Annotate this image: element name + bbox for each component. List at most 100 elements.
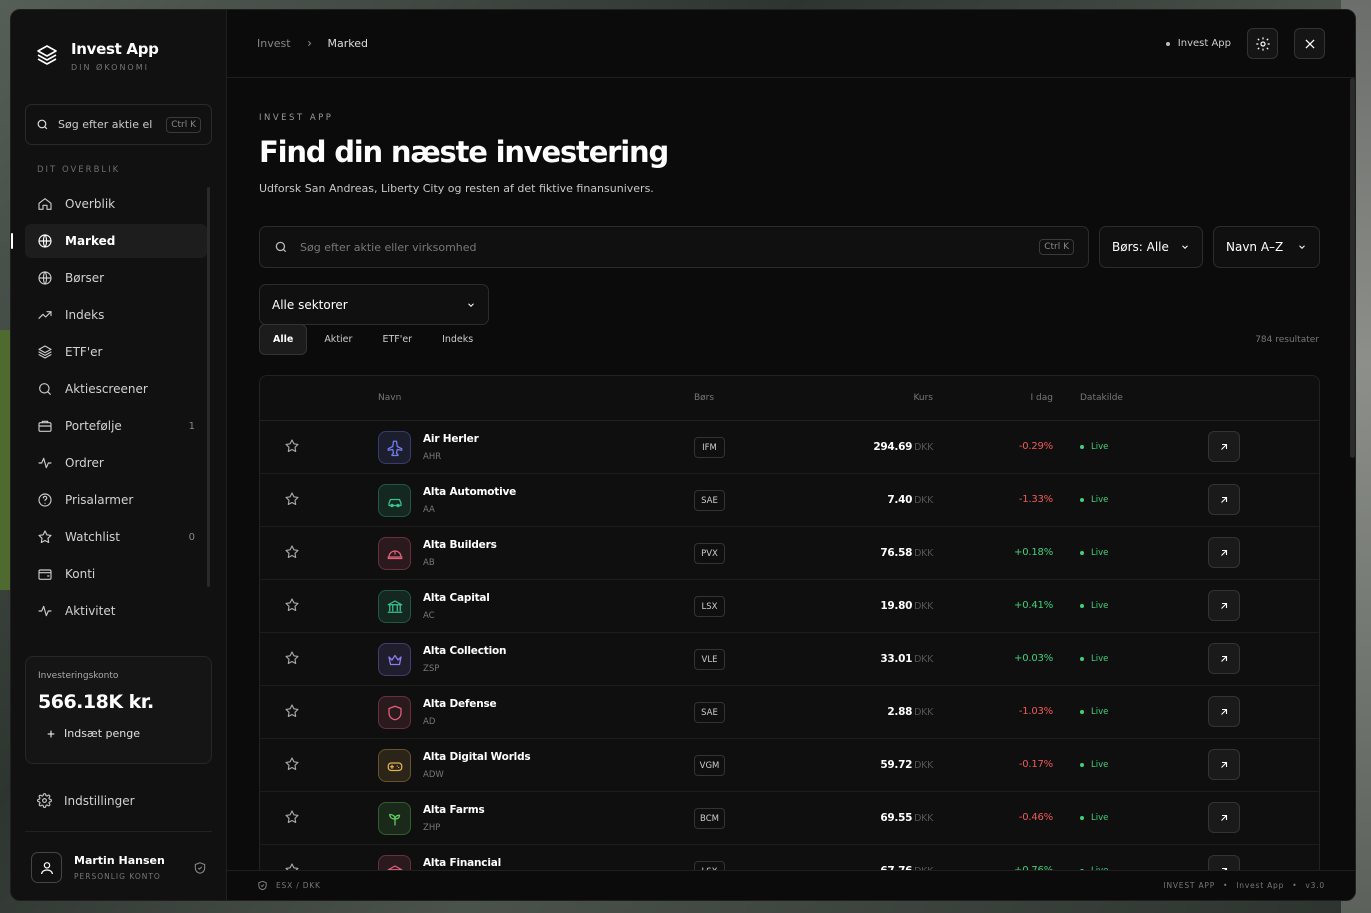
currency: DKK bbox=[914, 707, 933, 718]
open-detail-button[interactable] bbox=[1208, 537, 1240, 568]
company-logo bbox=[378, 749, 411, 782]
live-badge: Live bbox=[1080, 495, 1108, 505]
exchange-badge: VGM bbox=[694, 755, 725, 776]
sidebar-item-label: Overblik bbox=[65, 197, 116, 211]
price-cell: 19.80 DKK bbox=[880, 600, 933, 612]
table-row[interactable]: Alta Digital Worlds ADW VGM 59.72 DKK -0.… bbox=[260, 739, 1319, 792]
table-body: Air Herler AHR IFM 294.69 DKK -0.29% Live… bbox=[260, 421, 1319, 894]
currency: DKK bbox=[914, 760, 933, 771]
company-name[interactable]: Alta Digital Worlds bbox=[423, 751, 531, 763]
star-icon[interactable] bbox=[284, 809, 300, 825]
price-value: 19.80 bbox=[880, 600, 913, 612]
tab-alle[interactable]: Alle bbox=[259, 324, 308, 355]
sidebar-item-aktivitet[interactable]: Aktivitet bbox=[25, 594, 207, 628]
open-detail-button[interactable] bbox=[1208, 590, 1240, 621]
exchange-filter[interactable]: Børs: Alle bbox=[1099, 226, 1203, 268]
price-cell: 7.40 DKK bbox=[887, 494, 933, 506]
deposit-label: Indsæt penge bbox=[64, 727, 141, 740]
table-row[interactable]: Air Herler AHR IFM 294.69 DKK -0.29% Live bbox=[260, 421, 1319, 474]
change-cell: +0.41% bbox=[1014, 600, 1053, 611]
tab-indeks[interactable]: Indeks bbox=[429, 324, 486, 355]
tab-aktier[interactable]: Aktier bbox=[311, 324, 365, 355]
table-row[interactable]: Alta Defense AD SAE 2.88 DKK -1.03% Live bbox=[260, 686, 1319, 739]
open-detail-button[interactable] bbox=[1208, 802, 1240, 833]
company-name[interactable]: Alta Builders bbox=[423, 539, 497, 551]
currency: DKK bbox=[914, 654, 933, 665]
brand-subtitle: DIN ØKONOMI bbox=[71, 63, 149, 72]
sidebar-item-etf-er[interactable]: ETF'er bbox=[25, 335, 207, 369]
live-badge: Live bbox=[1080, 654, 1108, 664]
settings-button[interactable] bbox=[1247, 28, 1278, 59]
search-input[interactable]: Søg efter aktie eller virksomhed Ctrl K bbox=[259, 226, 1089, 268]
user-profile[interactable]: Martin Hansen PERSONLIG KONTO bbox=[31, 852, 207, 883]
open-detail-button[interactable] bbox=[1208, 431, 1240, 462]
company-name[interactable]: Alta Financial bbox=[423, 857, 501, 869]
home-icon bbox=[38, 198, 52, 210]
table-row[interactable]: Alta Capital AC LSX 19.80 DKK +0.41% Live bbox=[260, 580, 1319, 633]
deposit-button[interactable]: Indsæt penge bbox=[38, 727, 199, 740]
sidebar-item-prisalarmer[interactable]: Prisalarmer bbox=[25, 483, 207, 517]
table-row[interactable]: Alta Automotive AA SAE 7.40 DKK -1.33% Li… bbox=[260, 474, 1319, 527]
globe-icon bbox=[38, 271, 52, 285]
price-value: 69.55 bbox=[880, 812, 913, 824]
main-scrollbar[interactable] bbox=[1350, 78, 1355, 458]
shortcut-badge: Ctrl K bbox=[166, 116, 201, 133]
star-icon[interactable] bbox=[284, 438, 300, 454]
company-name[interactable]: Alta Defense bbox=[423, 698, 497, 710]
company-name[interactable]: Alta Collection bbox=[423, 645, 506, 657]
bank-icon bbox=[387, 599, 402, 613]
sidebar-item-indeks[interactable]: Indeks bbox=[25, 298, 207, 332]
sidebar-search[interactable]: Søg efter aktie el Ctrl K bbox=[25, 104, 212, 145]
live-badge: Live bbox=[1080, 548, 1108, 558]
sidebar-item-marked[interactable]: Marked bbox=[11, 224, 207, 258]
arrow-up-right-icon bbox=[1221, 549, 1228, 556]
sidebar-item-portefølje[interactable]: Portefølje 1 bbox=[25, 409, 207, 443]
table-row[interactable]: Alta Farms ZHP BCM 69.55 DKK -0.46% Live bbox=[260, 792, 1319, 845]
company-name[interactable]: Alta Automotive bbox=[423, 486, 516, 498]
sidebar-item-watchlist[interactable]: Watchlist 0 bbox=[25, 520, 207, 554]
sidebar-item-børser[interactable]: Børser bbox=[25, 261, 207, 295]
plane-icon bbox=[387, 440, 402, 456]
col-today: I dag bbox=[1030, 393, 1053, 403]
star-icon bbox=[38, 530, 52, 544]
page-eyebrow: INVEST APP bbox=[259, 113, 334, 123]
settings-link[interactable]: Indstillinger bbox=[37, 793, 135, 808]
company-name[interactable]: Air Herler bbox=[423, 433, 479, 445]
sidebar-item-overblik[interactable]: Overblik bbox=[25, 187, 207, 221]
table-row[interactable]: Alta Builders AB PVX 76.58 DKK +0.18% Liv… bbox=[260, 527, 1319, 580]
star-icon[interactable] bbox=[284, 544, 300, 560]
brand-title: Invest App bbox=[71, 40, 159, 58]
live-badge: Live bbox=[1080, 601, 1108, 611]
sidebar-item-ordrer[interactable]: Ordrer bbox=[25, 446, 207, 480]
sidebar-item-konti[interactable]: Konti bbox=[25, 557, 207, 591]
open-detail-button[interactable] bbox=[1208, 643, 1240, 674]
arrow-up-right-icon bbox=[1221, 655, 1228, 662]
shield-check-icon bbox=[258, 880, 267, 891]
chevron-down-icon bbox=[468, 302, 474, 307]
tab-etfer[interactable]: ETF'er bbox=[369, 324, 425, 355]
breadcrumb-root[interactable]: Invest bbox=[257, 37, 291, 50]
close-button[interactable] bbox=[1294, 28, 1325, 59]
open-detail-button[interactable] bbox=[1208, 696, 1240, 727]
table-row[interactable]: Alta Collection ZSP VLE 33.01 DKK +0.03% … bbox=[260, 633, 1319, 686]
price-cell: 294.69 DKK bbox=[873, 441, 933, 453]
exchange-badge: VLE bbox=[694, 649, 725, 670]
change-cell: -0.46% bbox=[1018, 812, 1053, 823]
open-detail-button[interactable] bbox=[1208, 484, 1240, 515]
star-icon[interactable] bbox=[284, 650, 300, 666]
chevron-right-icon bbox=[307, 40, 311, 47]
sidebar-scrollbar[interactable] bbox=[207, 187, 210, 587]
star-icon[interactable] bbox=[284, 756, 300, 772]
star-icon[interactable] bbox=[284, 597, 300, 613]
open-detail-button[interactable] bbox=[1208, 749, 1240, 780]
sidebar-item-aktiescreener[interactable]: Aktiescreener bbox=[25, 372, 207, 406]
sort-dropdown[interactable]: Navn A–Z bbox=[1213, 226, 1320, 268]
star-icon[interactable] bbox=[284, 491, 300, 507]
live-label: Live bbox=[1091, 442, 1109, 452]
sidebar-item-label: Ordrer bbox=[65, 456, 104, 470]
star-icon[interactable] bbox=[284, 703, 300, 719]
sector-filter[interactable]: Alle sektorer bbox=[259, 284, 489, 325]
company-name[interactable]: Alta Farms bbox=[423, 804, 485, 816]
company-name[interactable]: Alta Capital bbox=[423, 592, 490, 604]
gear-icon bbox=[37, 793, 52, 808]
